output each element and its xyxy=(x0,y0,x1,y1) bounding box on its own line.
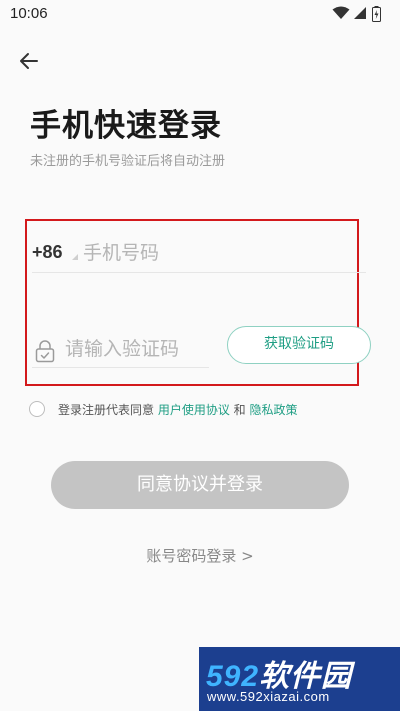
verification-code-input[interactable] xyxy=(65,334,205,364)
signal-icon xyxy=(354,7,366,19)
phone-input[interactable] xyxy=(83,238,353,268)
get-code-button[interactable]: 获取验证码 xyxy=(227,326,371,364)
phone-row: +86 xyxy=(32,236,366,273)
login-button[interactable]: 同意协议并登录 xyxy=(51,461,349,509)
battery-icon xyxy=(372,6,381,22)
status-time: 10:06 xyxy=(10,5,48,22)
account-login-link[interactable]: 账号密码登录 > xyxy=(0,545,400,566)
watermark-url: www.592xiazai.com xyxy=(207,689,330,704)
arrow-left-icon xyxy=(20,53,38,69)
privacy-policy-link[interactable]: 隐私政策 xyxy=(249,403,297,417)
page-title: 手机快速登录 xyxy=(30,108,222,144)
lock-icon xyxy=(35,340,55,363)
triangle-down-icon xyxy=(72,254,78,260)
wifi-icon xyxy=(332,6,350,19)
agreement-checkbox[interactable] xyxy=(29,401,45,417)
back-button[interactable] xyxy=(16,48,42,74)
country-code-selector[interactable]: +86 xyxy=(32,242,63,263)
page-subtitle: 未注册的手机号验证后将自动注册 xyxy=(30,154,226,169)
agreement-conjunction: 和 xyxy=(229,403,250,417)
watermark: 592软件园 www.592xiazai.com xyxy=(199,647,400,711)
code-row xyxy=(32,334,209,368)
agreement-prefix: 登录注册代表同意 xyxy=(58,403,158,417)
agreement-text: 登录注册代表同意 用户使用协议 和 隐私政策 xyxy=(58,401,298,418)
status-bar: 10:06 xyxy=(0,0,400,28)
user-agreement-link[interactable]: 用户使用协议 xyxy=(158,403,230,417)
